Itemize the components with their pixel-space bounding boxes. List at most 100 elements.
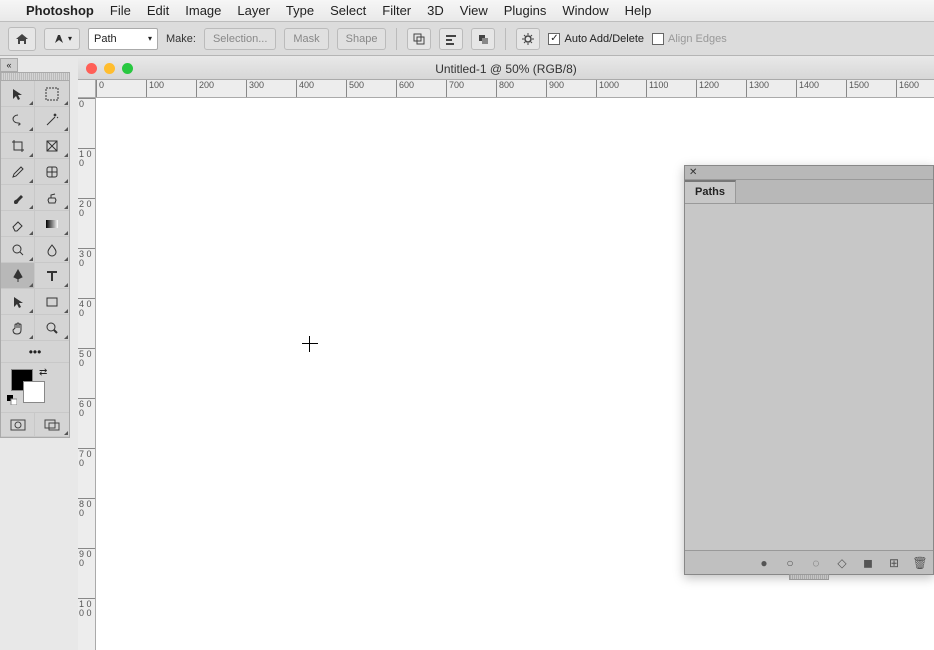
system-menubar: Photoshop File Edit Image Layer Type Sel… [0,0,934,22]
ruler-tick: 1100 [646,80,696,97]
swap-colors-icon[interactable]: ⇄ [39,367,47,378]
rectangle-tool[interactable] [35,289,69,315]
dodge-tool[interactable] [1,237,35,263]
eyedropper-tool-icon [10,164,26,180]
horizontal-ruler[interactable]: 0100200300400500600700800900100011001200… [96,80,934,98]
frame-tool[interactable] [35,133,69,159]
path-operations-icon [412,32,426,46]
window-minimize-button[interactable] [104,63,115,74]
make-work-path-button[interactable]: ◇ [835,556,849,570]
ruler-tick: 1600 [896,80,934,97]
default-colors-icon[interactable] [7,395,17,405]
background-color-swatch[interactable] [23,381,45,403]
path-alignment-button[interactable] [439,28,463,50]
path-operations-button[interactable] [407,28,431,50]
tool-preset-picker[interactable]: ▾ [44,28,80,50]
document-titlebar[interactable]: Untitled-1 @ 50% (RGB/8) [78,58,934,80]
paths-list[interactable] [685,204,933,550]
ruler-tick: 500 [346,80,396,97]
ruler-tick: 1000 [596,80,646,97]
pen-tool[interactable] [1,263,35,289]
hand-tool-icon [10,320,26,336]
frame-tool-icon [44,138,60,154]
ruler-tick: 1300 [746,80,796,97]
make-selection-button[interactable]: Selection... [204,28,276,50]
gear-icon [521,32,535,46]
panel-resize-grip[interactable] [789,574,829,580]
quick-mask-button[interactable] [1,413,35,437]
gradient-tool[interactable] [35,211,69,237]
move-tool[interactable] [1,81,35,107]
panel-close-button[interactable]: ✕ [685,167,701,178]
brush-tool[interactable] [1,185,35,211]
menu-type[interactable]: Type [286,3,314,18]
eraser-tool[interactable] [1,211,35,237]
divider [505,28,506,50]
crop-tool[interactable] [1,133,35,159]
pen-cursor-icon [302,336,318,352]
collapse-toolbar-button[interactable]: « [0,58,18,72]
pen-tool-icon [10,268,26,284]
path-alignment-icon [444,32,458,46]
ruler-tick: 6 0 0 [78,398,95,448]
zoom-tool[interactable] [35,315,69,341]
ruler-tick: 4 0 0 [78,298,95,348]
menu-plugins[interactable]: Plugins [504,3,547,18]
rectangular-marquee-tool[interactable] [35,81,69,107]
auto-add-delete-checkbox[interactable]: Auto Add/Delete [548,33,644,45]
menu-file[interactable]: File [110,3,131,18]
add-mask-button[interactable]: ◼ [861,556,875,570]
home-button[interactable] [8,27,36,51]
toolbox-grip[interactable] [1,73,69,81]
window-zoom-button[interactable] [122,63,133,74]
path-arrangement-button[interactable] [471,28,495,50]
blur-tool[interactable] [35,237,69,263]
tool-mode-select[interactable]: Path ▾ [88,28,158,50]
divider [396,28,397,50]
path-selection-tool[interactable] [1,289,35,315]
path-selection-tool-icon [10,294,26,310]
path-options-button[interactable] [516,28,540,50]
dodge-tool-icon [10,242,26,258]
ruler-tick: 3 0 0 [78,248,95,298]
menu-layer[interactable]: Layer [237,3,270,18]
lasso-tool[interactable] [1,107,35,133]
ruler-tick: 100 [146,80,196,97]
edit-toolbar-button[interactable]: ••• [1,341,69,363]
fill-path-button[interactable]: ● [757,556,771,570]
app-menu[interactable]: Photoshop [26,3,94,18]
tab-paths[interactable]: Paths [685,180,736,203]
auto-add-delete-label: Auto Add/Delete [564,33,644,45]
clone-stamp-tool[interactable] [35,185,69,211]
menu-select[interactable]: Select [330,3,366,18]
make-shape-button[interactable]: Shape [337,28,387,50]
magic-wand-tool[interactable] [35,107,69,133]
screen-mode-button[interactable] [35,413,69,437]
clone-stamp-tool-icon [44,190,60,206]
delete-path-button[interactable]: 🗑 [913,556,927,570]
stroke-path-button[interactable]: ○ [783,556,797,570]
menu-image[interactable]: Image [185,3,221,18]
hand-tool[interactable] [1,315,35,341]
vertical-ruler[interactable]: 01 0 02 0 03 0 04 0 05 0 06 0 07 0 08 0 … [78,98,96,650]
make-mask-button[interactable]: Mask [284,28,328,50]
rectangular-marquee-tool-icon [44,86,60,102]
eyedropper-tool[interactable] [1,159,35,185]
ruler-origin[interactable] [78,80,96,98]
load-selection-button[interactable]: ◌ [809,556,823,570]
healing-brush-tool[interactable] [35,159,69,185]
ruler-tick: 1500 [846,80,896,97]
window-close-button[interactable] [86,63,97,74]
home-icon [15,32,29,46]
type-tool[interactable] [35,263,69,289]
menu-help[interactable]: Help [625,3,652,18]
menu-window[interactable]: Window [562,3,608,18]
pen-icon [52,32,66,46]
gradient-tool-icon [44,216,60,232]
align-edges-checkbox[interactable]: Align Edges [652,33,727,45]
menu-filter[interactable]: Filter [382,3,411,18]
menu-3d[interactable]: 3D [427,3,444,18]
menu-edit[interactable]: Edit [147,3,169,18]
menu-view[interactable]: View [460,3,488,18]
new-path-button[interactable]: ⊞ [887,556,901,570]
